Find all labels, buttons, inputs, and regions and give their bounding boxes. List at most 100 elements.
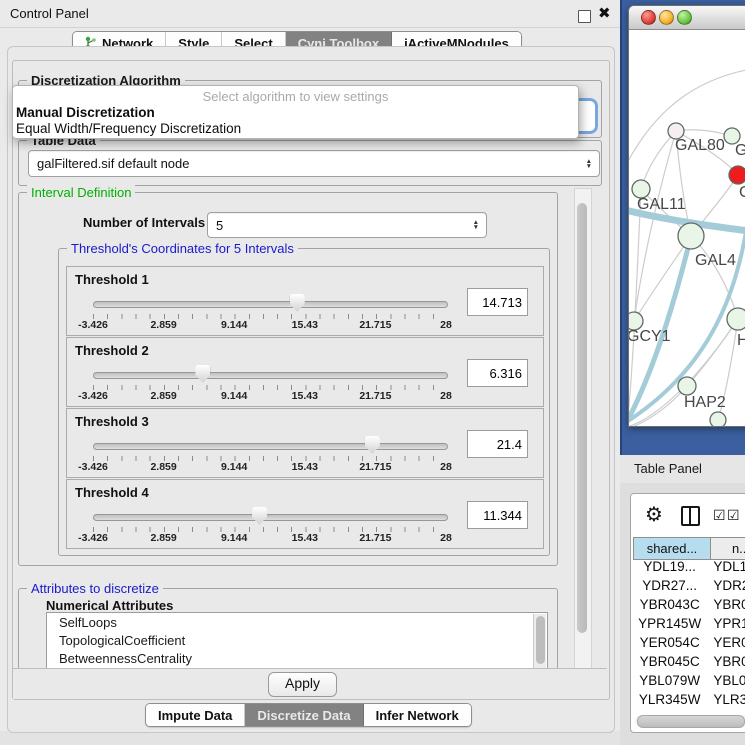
cell[interactable]: YPR145W: [633, 616, 706, 635]
cell[interactable]: YBR045C: [633, 654, 706, 673]
cell[interactable]: YER054C: [633, 635, 706, 654]
cell[interactable]: YER0: [706, 635, 745, 654]
table-data-selected-value: galFiltered.sif default node: [37, 156, 189, 171]
threshold-1-label: Threshold 1: [75, 272, 149, 287]
table-row[interactable]: YIL052CYIL0: [633, 711, 745, 712]
tick-label: 15.43: [292, 461, 318, 473]
cell[interactable]: YPR1: [706, 616, 745, 635]
threshold-4-slider[interactable]: [93, 506, 446, 526]
table-row[interactable]: YER054CYER0: [633, 635, 745, 654]
tick-label: 2.859: [150, 532, 176, 544]
column-header-shared-name[interactable]: shared...: [633, 537, 711, 560]
node-gal4[interactable]: [678, 223, 704, 249]
cell[interactable]: YDR27...: [633, 578, 706, 597]
cell[interactable]: YBL079W: [633, 673, 706, 692]
scrollbar-thumb[interactable]: [577, 203, 587, 633]
threshold-2-slider[interactable]: [93, 364, 446, 384]
node-hap2[interactable]: [678, 377, 696, 395]
tick-label: -3.426: [78, 319, 108, 331]
tick-label: 2.859: [150, 390, 176, 402]
threshold-3-slider[interactable]: [93, 435, 446, 455]
node-label-gal80: GAL80: [675, 137, 725, 155]
network-view-window: GAL80 GA C GAL11 GAL4 GCY1 H HAP2: [628, 5, 745, 427]
threshold-2-value-field[interactable]: [467, 359, 528, 387]
table-row[interactable]: YBL079WYBL0: [633, 673, 745, 692]
slider-handle[interactable]: [290, 294, 305, 312]
table-row[interactable]: YDR27...YDR2: [633, 578, 745, 597]
node-red-selected[interactable]: [729, 166, 745, 184]
settings-scrollbar[interactable]: [574, 188, 592, 670]
node-right-mid[interactable]: [727, 308, 745, 330]
threshold-2-panel: Threshold 2 -3.426 2.859 9.144 15.43 21.…: [66, 337, 544, 407]
table-row[interactable]: YPR145WYPR1: [633, 616, 745, 635]
checkbox-icon[interactable]: ☑: [727, 507, 740, 524]
close-traffic-light-icon[interactable]: [641, 10, 656, 25]
threshold-3-value-field[interactable]: [467, 430, 528, 458]
list-item[interactable]: SelfLoops: [47, 613, 547, 631]
table-row[interactable]: YBR043CYBR0: [633, 597, 745, 616]
node-label-clipped-h: H: [737, 332, 745, 350]
numerical-attributes-list[interactable]: SelfLoops TopologicalCoefficient Between…: [46, 612, 548, 670]
scrollbar-thumb[interactable]: [637, 715, 745, 728]
tab-infer-label: Infer Network: [376, 708, 459, 723]
cell[interactable]: YBR043C: [633, 597, 706, 616]
cell[interactable]: YDR2: [706, 578, 745, 597]
dropdown-item-manual-discretization[interactable]: Manual Discretization: [16, 105, 155, 120]
cell[interactable]: YIL0: [706, 711, 745, 712]
node-bottom-partial[interactable]: [710, 412, 726, 426]
column-header-name[interactable]: n...: [710, 537, 745, 560]
network-window-titlebar[interactable]: [629, 6, 745, 30]
tick-labels: -3.426 2.859 9.144 15.43 21.715 28: [93, 319, 446, 331]
dropdown-item-equal-width-frequency[interactable]: Equal Width/Frequency Discretization: [16, 121, 241, 136]
tick-label: 9.144: [221, 319, 247, 331]
table-data-combobox[interactable]: galFiltered.sif default node ▲▼: [28, 150, 600, 177]
cell[interactable]: YLR3: [706, 692, 745, 711]
zoom-traffic-light-icon[interactable]: [677, 10, 692, 25]
cell[interactable]: YLR345W: [633, 692, 706, 711]
cell[interactable]: YBR0: [706, 597, 745, 616]
slider-handle[interactable]: [195, 365, 210, 383]
tab-impute-data[interactable]: Impute Data: [146, 704, 245, 726]
table-row[interactable]: YLR345WYLR3: [633, 692, 745, 711]
threshold-1-value-field[interactable]: [467, 288, 528, 316]
list-scrollbar[interactable]: [533, 614, 546, 668]
cell[interactable]: YIL052C: [633, 711, 706, 712]
split-columns-icon[interactable]: [681, 506, 700, 526]
threshold-2-label: Threshold 2: [75, 343, 149, 358]
combo-spinner-icon: ▲▼: [586, 159, 592, 169]
close-icon[interactable]: ✖: [598, 4, 611, 22]
cell[interactable]: YBL0: [706, 673, 745, 692]
tab-discretize-data[interactable]: Discretize Data: [245, 704, 363, 726]
slider-handle[interactable]: [252, 507, 267, 525]
threshold-3-panel: Threshold 3 -3.426 2.859 9.144 15.43 21.…: [66, 408, 544, 478]
tick-label: 21.715: [359, 390, 391, 402]
tick-label: 28: [440, 390, 452, 402]
threshold-1-slider[interactable]: [93, 293, 446, 313]
checkbox-icon[interactable]: ☑: [713, 507, 726, 524]
tab-infer-network[interactable]: Infer Network: [364, 704, 471, 726]
apply-button[interactable]: Apply: [268, 672, 337, 697]
list-item[interactable]: TopologicalCoefficient: [47, 631, 547, 649]
cell[interactable]: YBR0: [706, 654, 745, 673]
list-item[interactable]: BetweennessCentrality: [47, 649, 547, 667]
control-panel-window: Control Panel ✖ Network Style Select Cyn…: [0, 0, 620, 731]
gear-icon[interactable]: ⚙: [645, 502, 663, 527]
tab-impute-label: Impute Data: [158, 708, 232, 723]
thresholds-group-title: Threshold's Coordinates for 5 Intervals: [67, 241, 298, 256]
table-row[interactable]: YDL19...YDL1: [633, 559, 745, 578]
slider-handle[interactable]: [365, 436, 380, 454]
cell[interactable]: YDL19...: [633, 559, 706, 578]
number-of-intervals-combobox[interactable]: 5 ▲▼: [207, 212, 487, 238]
float-window-icon[interactable]: [578, 10, 591, 23]
minimize-traffic-light-icon[interactable]: [659, 10, 674, 25]
table-row[interactable]: YBR045CYBR0: [633, 654, 745, 673]
table-horizontal-scrollbar[interactable]: [635, 715, 745, 727]
cell[interactable]: YDL1: [706, 559, 745, 578]
scrollbar-thumb[interactable]: [536, 616, 545, 664]
node-label-gcy1: GCY1: [628, 328, 671, 346]
threshold-4-value-field[interactable]: [467, 501, 528, 529]
table-rows: YDL19...YDL1 YDR27...YDR2 YBR043CYBR0 YP…: [633, 559, 745, 712]
network-canvas[interactable]: [629, 29, 745, 426]
tick-label: 21.715: [359, 532, 391, 544]
tick-label: 15.43: [292, 390, 318, 402]
